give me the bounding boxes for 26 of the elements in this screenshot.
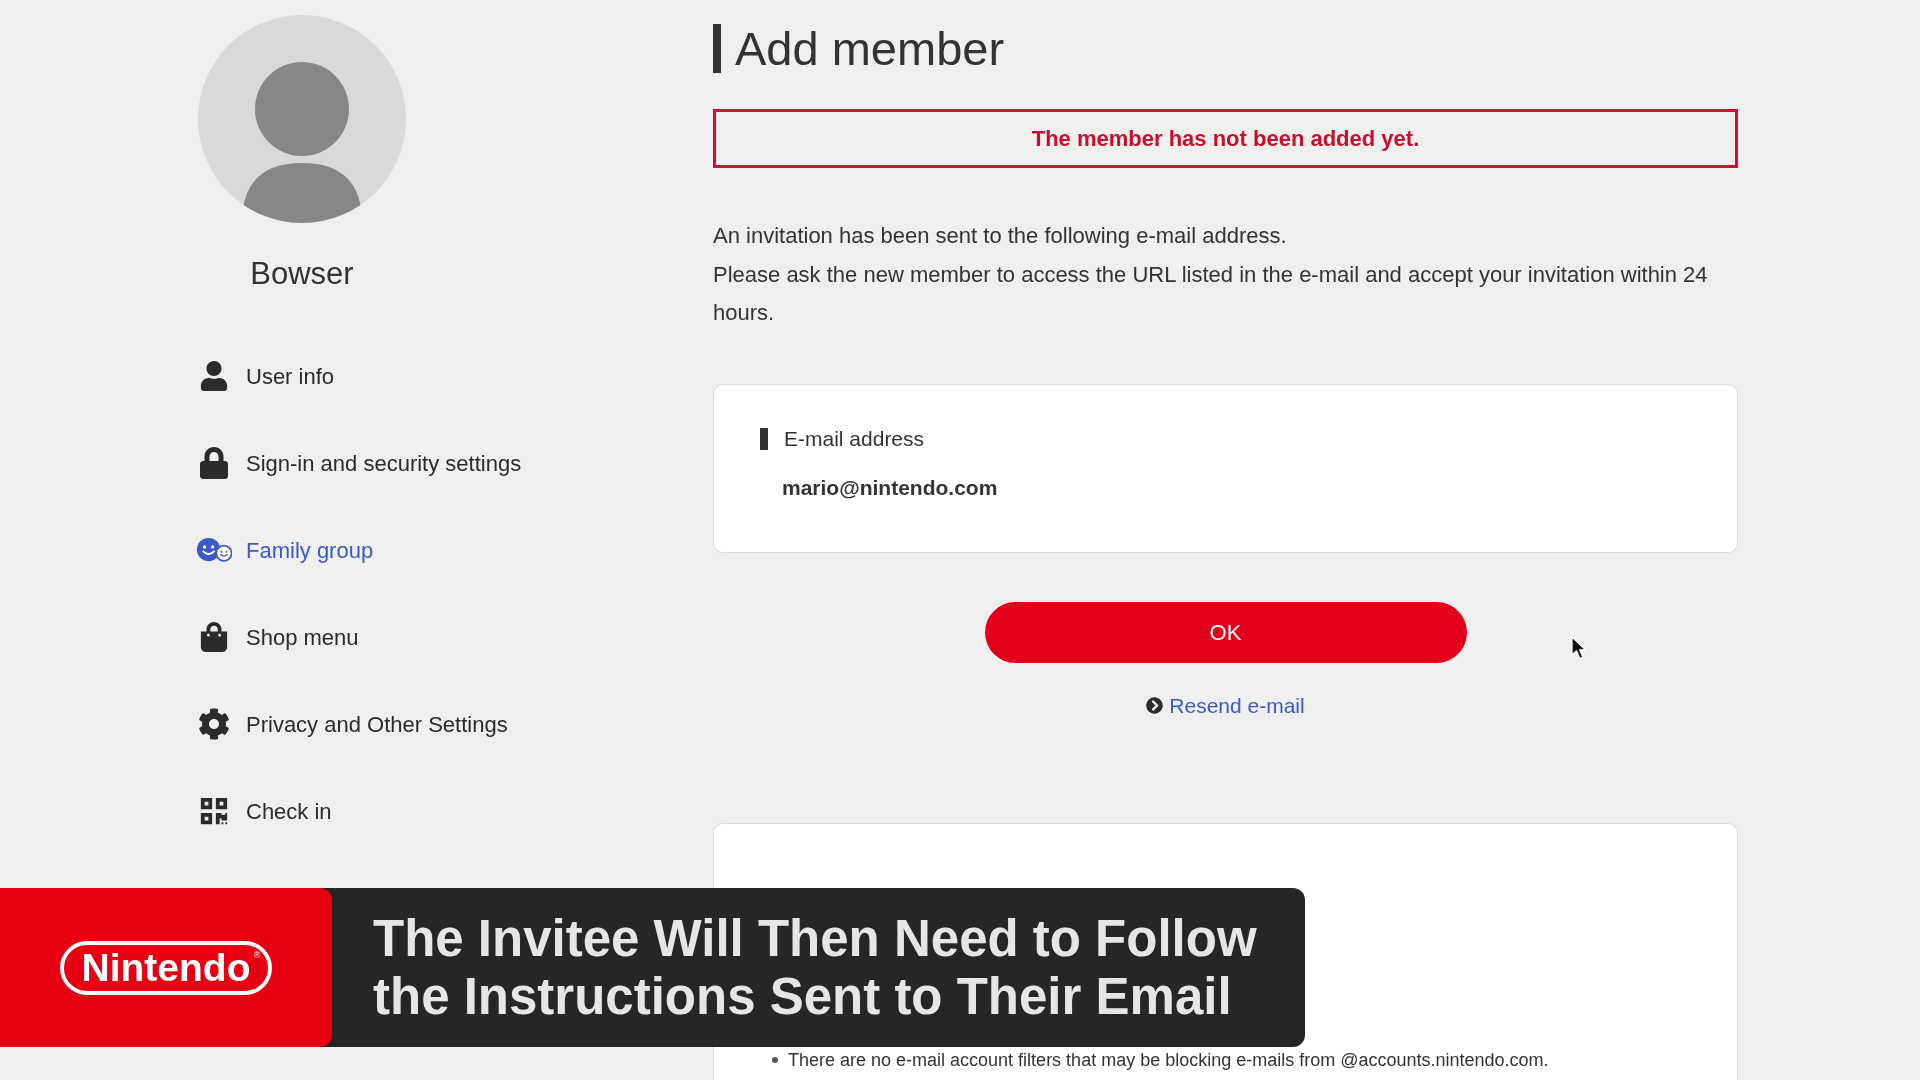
qr-code-icon (199, 796, 229, 826)
profile-name: Bowser (250, 255, 354, 293)
brand-logo: Nintendo$^{®}$ (59, 940, 273, 995)
resend-link[interactable]: Resend e-mail (1146, 692, 1305, 719)
info-paragraph: Please ask the new member to access the URL listed in the e-mail and accept your invitation within 24 hours. (713, 260, 1709, 327)
email-value: mario@nintendo.com (782, 474, 998, 501)
cursor-icon (1571, 636, 1587, 660)
page-title: Add member (713, 24, 1005, 73)
info-paragraph: An invitation has been sent to the following e-mail address. (713, 222, 1288, 250)
field-label: E-mail address (760, 427, 925, 450)
padlock-icon (200, 447, 228, 479)
caption-text: The Invitee Will Then Need to Follow the Instructions Sent to Their Email (373, 909, 1257, 1026)
gear-icon (198, 708, 230, 740)
ok-button[interactable]: OK (984, 601, 1467, 663)
sidebar-item[interactable]: Family group (196, 526, 374, 574)
warning-notice: The member has not been added yet. (713, 109, 1738, 168)
sidebar-item[interactable]: Shop menu (196, 613, 359, 661)
sidebar-item[interactable]: Sign-in and security settings (196, 439, 522, 487)
sidebar-item[interactable]: User info (196, 352, 335, 400)
person-icon (200, 361, 228, 391)
bullet-icon (772, 1056, 778, 1063)
sidebar-item[interactable]: Privacy and Other Settings (196, 700, 508, 748)
sidebar-item[interactable]: Check in (196, 787, 332, 835)
smiley-faces-icon (196, 536, 232, 564)
help-text: There are no e-mail account filters that may be blocking e-mails from @accounts.nintendo.com. (788, 1048, 1549, 1072)
shopping-bag-icon (200, 622, 228, 652)
